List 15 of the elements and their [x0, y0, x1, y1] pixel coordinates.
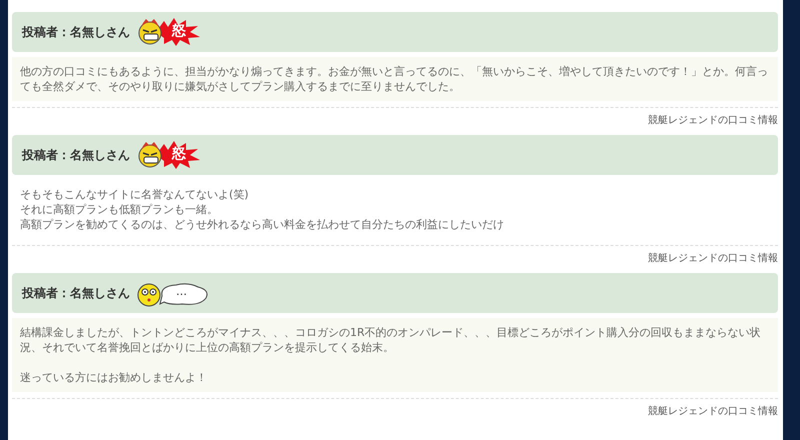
author-name: 投稿者：名無しさん [22, 146, 130, 164]
author-name: 投稿者：名無しさん [22, 24, 130, 40]
author-name: 投稿者：名無しさん [22, 284, 130, 302]
review-text: それに高額プランも低額プランも一緒。 [20, 202, 219, 217]
badge-label: 怒 [172, 24, 186, 38]
source-label: 競艇レジェンドの口コミ情報 [648, 404, 778, 418]
source-label: 競艇レジェンドの口コミ情報 [648, 114, 778, 127]
review-text: 他の方の口コミにもあるように、担当がかなり煽ってきます。お金が無いと言ってるのに、「無いからこそ、増やして頂きたいのです！」とか。何言っても全然ダメで、そのやり取りに嫌気がさしてプラン購入するまでに至りませんでした。 [20, 64, 769, 94]
badge-label: 怒 [172, 147, 186, 161]
review-text: 結構課金しましたが、トントンどころがマイナス、、、コロガシの1R不的のオンパレード、、、目標どころがポイント購入分の回収もままならない状況、それでいて名誉挽回とばかりに上位の高額プランを提示してくる始末。 [20, 325, 762, 355]
source-label: 競艇レジェンドの口コミ情報 [648, 252, 778, 265]
review-text: そもそもこんなサイトに名誉なんてないよ(笑) [20, 187, 250, 202]
speech-bubble-text: … [176, 286, 187, 297]
review-text: 高額プランを勧めてくるのは、どうせ外れるなら高い料金を払わせて自分たちの利益にしたいだけ [20, 217, 505, 232]
review-text: 迷っている方にはお勧めしませんよ！ [20, 370, 208, 385]
